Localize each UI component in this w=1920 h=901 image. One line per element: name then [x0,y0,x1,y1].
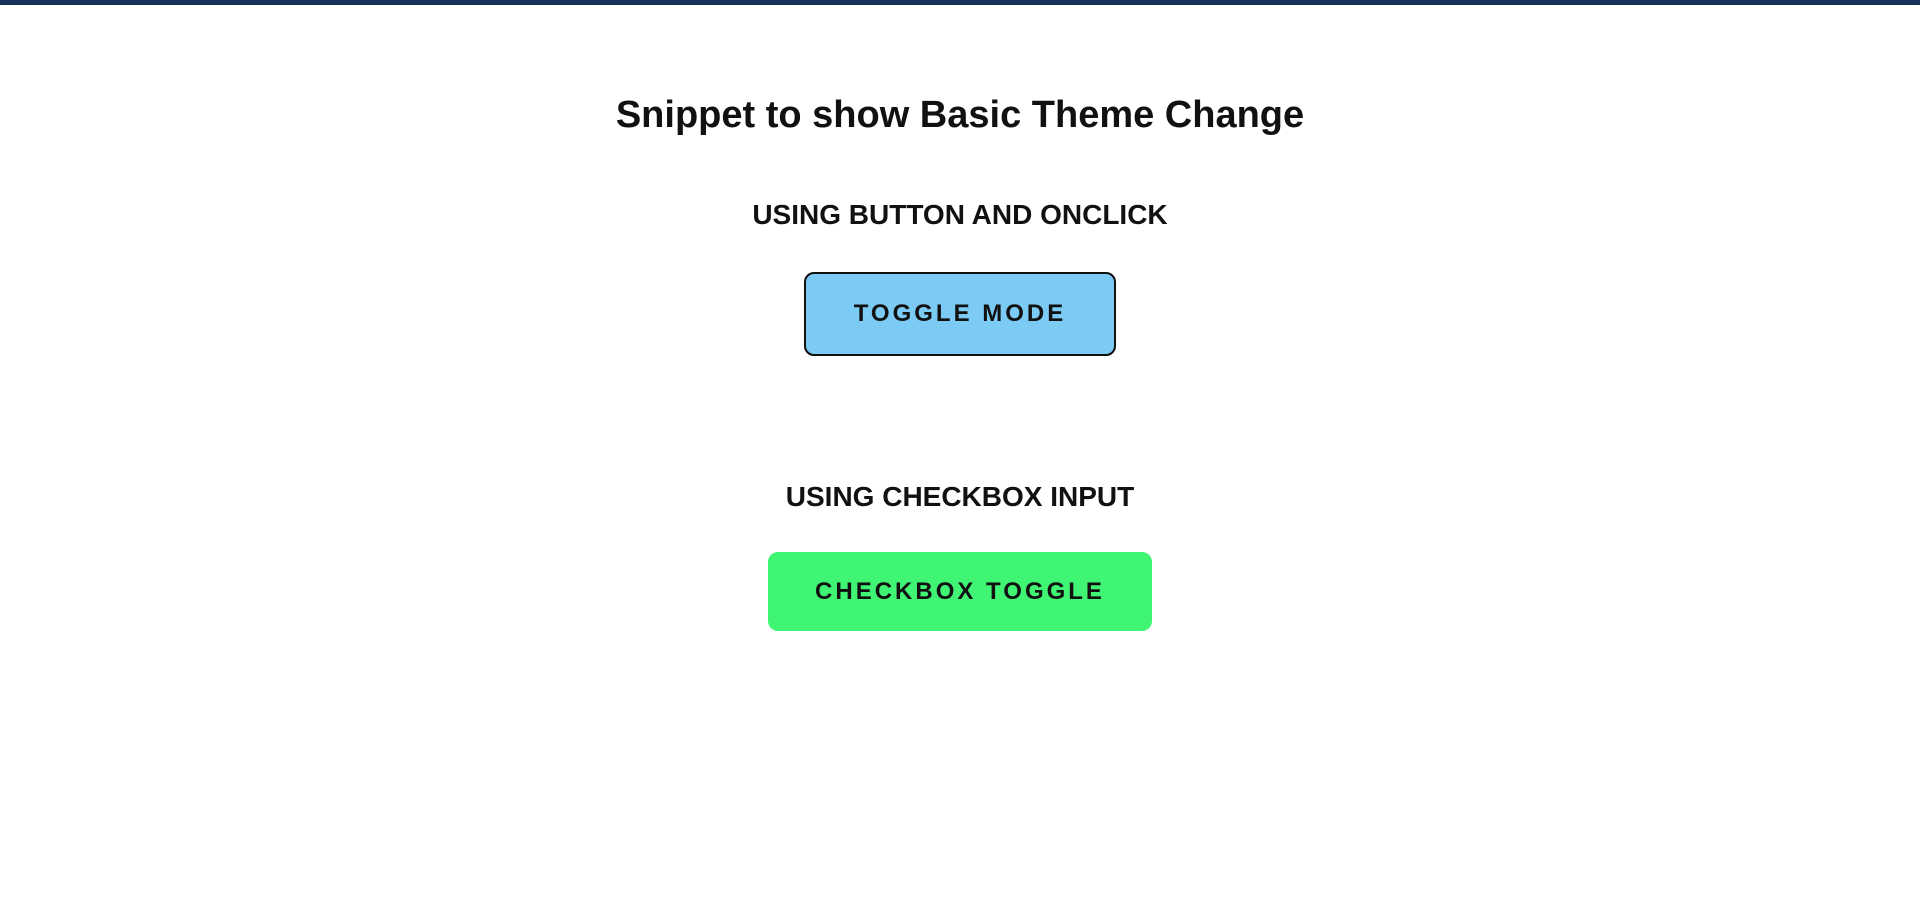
button-section-heading: USING BUTTON AND ONCLICK [752,199,1168,230]
page-title: Snippet to show Basic Theme Change [615,94,1305,136]
toggle-mode-button[interactable]: TOGGLE MODE [804,272,1116,356]
top-accent-bar [0,0,1920,5]
checkbox-section-heading: USING CHECKBOX INPUT [785,481,1135,512]
checkbox-toggle[interactable]: CHECKBOX TOGGLE [768,552,1152,631]
